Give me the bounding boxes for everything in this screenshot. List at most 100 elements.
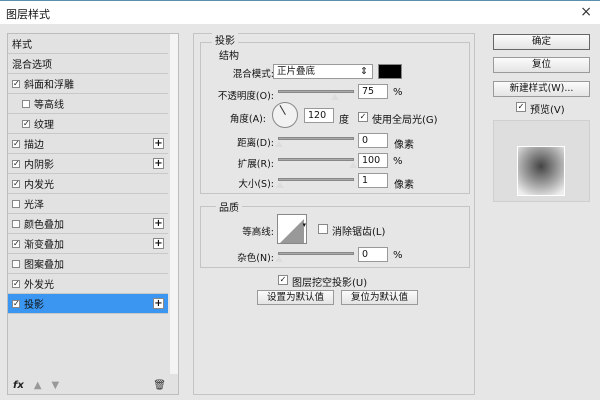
antialias-checkbox[interactable] <box>318 224 328 234</box>
sidebar-item[interactable]: 光泽 <box>8 194 168 214</box>
sidebar-item[interactable]: 图案叠加 <box>8 254 168 274</box>
sidebar-item[interactable]: 等高线 <box>8 94 168 114</box>
spread-label: 扩展(R): <box>237 159 274 170</box>
noise-input[interactable]: 0 <box>358 247 388 262</box>
drop-shadow-panel: 投影 结构 混合模式: 正片叠底 ⇕ 不透明度(O): 75 % 角度(A): 1… <box>193 32 475 395</box>
spread-unit: % <box>393 156 403 167</box>
sidebar-item[interactable]: 样式 <box>8 34 168 54</box>
set-default-button[interactable]: 设置为默认值 <box>257 290 334 305</box>
contour-curve-icon <box>280 219 304 243</box>
sidebar-item-label: 描边 <box>24 140 44 151</box>
opacity-unit: % <box>393 87 403 98</box>
sidebar-item-label: 颜色叠加 <box>24 220 64 231</box>
fx-icon[interactable]: fx <box>13 380 24 391</box>
checkbox[interactable]: ✓ <box>12 239 20 248</box>
size-thumb[interactable] <box>275 182 284 188</box>
reset-default-button[interactable]: 复位为默认值 <box>341 290 418 305</box>
sidebar-item-label: 光泽 <box>24 200 44 211</box>
distance-input[interactable]: 0 <box>358 133 388 148</box>
noise-thumb[interactable] <box>275 256 283 262</box>
sidebar-item[interactable]: 颜色叠加 + <box>8 214 168 234</box>
size-slider[interactable] <box>275 178 354 188</box>
noise-unit: % <box>393 250 403 261</box>
checkbox[interactable] <box>12 199 20 208</box>
sidebar-item[interactable]: 混合选项 <box>8 54 168 74</box>
dropdown-arrow-icon: ▾ <box>302 221 306 229</box>
contour-label: 等高线: <box>242 227 274 238</box>
shadow-color-swatch[interactable] <box>378 64 402 79</box>
distance-label: 距离(D): <box>237 138 274 149</box>
antialias-label: 消除锯齿(L) <box>332 227 386 238</box>
list-toolbar: fx ▲ ▼ 🗑 <box>8 376 178 394</box>
blend-mode-label: 混合模式: <box>232 69 274 80</box>
sidebar-item-label: 图案叠加 <box>24 260 64 271</box>
sidebar-item[interactable]: ✓ 内阴影 + <box>8 154 168 174</box>
checkbox[interactable]: ✓ <box>12 139 20 148</box>
sidebar-item-label: 渐变叠加 <box>24 240 64 251</box>
distance-thumb[interactable] <box>275 141 283 147</box>
plus-icon[interactable]: + <box>153 158 164 169</box>
blend-mode-value: 正片叠底 <box>277 66 316 77</box>
sidebar-item[interactable]: ✓ 纹理 <box>8 114 168 134</box>
checkbox[interactable] <box>12 259 20 268</box>
structure-title: 结构 <box>216 47 242 62</box>
global-light-checkbox[interactable]: ✓ <box>358 112 368 122</box>
move-down-icon[interactable]: ▼ <box>52 380 60 391</box>
sidebar-item-label: 斜面和浮雕 <box>24 80 74 91</box>
sidebar-item[interactable]: ✓ 描边 + <box>8 134 168 154</box>
plus-icon[interactable]: + <box>153 138 164 149</box>
checkbox[interactable]: ✓ <box>12 159 20 168</box>
noise-slider[interactable] <box>275 252 354 262</box>
plus-icon[interactable]: + <box>153 238 164 249</box>
sidebar-item[interactable]: ✓ 渐变叠加 + <box>8 234 168 254</box>
close-icon[interactable]: × <box>580 4 592 20</box>
blend-mode-select[interactable]: 正片叠底 ⇕ <box>273 64 373 79</box>
checkbox[interactable] <box>12 219 20 228</box>
contour-picker[interactable]: ▾ <box>277 214 307 244</box>
plus-icon[interactable]: + <box>153 218 164 229</box>
ok-button[interactable]: 确定 <box>493 34 590 50</box>
global-light-label: 使用全局光(G) <box>372 115 438 126</box>
opacity-slider[interactable] <box>278 90 354 100</box>
angle-dial[interactable] <box>272 102 298 128</box>
quality-title: 品质 <box>216 199 242 214</box>
knockout-checkbox[interactable]: ✓ <box>278 275 288 285</box>
window-title: 图层样式 <box>6 8 50 21</box>
new-style-button[interactable]: 新建样式(W)... <box>493 81 590 97</box>
scrollbar[interactable] <box>170 34 178 374</box>
size-unit: 像素 <box>394 180 414 191</box>
trash-icon[interactable]: 🗑 <box>153 380 166 391</box>
sidebar-item[interactable]: ✓ 内发光 <box>8 174 168 194</box>
angle-input[interactable]: 120 <box>304 108 334 123</box>
sidebar-item[interactable]: ✓ 投影 + <box>8 294 168 314</box>
opacity-input[interactable]: 75 <box>358 84 388 99</box>
preview-checkbox[interactable]: ✓ <box>516 102 526 112</box>
sidebar-item-label: 等高线 <box>34 100 64 111</box>
plus-icon[interactable]: + <box>153 298 164 309</box>
chevron-updown-icon: ⇕ <box>360 66 368 77</box>
noise-label: 杂色(N): <box>237 253 274 264</box>
preview-thumbnail <box>517 146 565 196</box>
checkbox[interactable]: ✓ <box>22 119 30 128</box>
checkbox[interactable]: ✓ <box>12 79 20 88</box>
reset-button[interactable]: 复位 <box>493 57 590 73</box>
distance-unit: 像素 <box>394 140 414 151</box>
spread-slider[interactable] <box>278 158 357 168</box>
checkbox[interactable] <box>22 99 30 108</box>
sidebar-item-label: 内发光 <box>24 180 54 191</box>
preview-label: 预览(V) <box>530 105 565 116</box>
sidebar-item[interactable]: ✓ 斜面和浮雕 <box>8 74 168 94</box>
size-input[interactable]: 1 <box>358 173 388 188</box>
spread-input[interactable]: 100 <box>358 153 388 168</box>
sidebar-item-label: 投影 <box>24 300 44 311</box>
distance-slider[interactable] <box>275 137 354 147</box>
checkbox[interactable]: ✓ <box>12 279 20 288</box>
opacity-thumb[interactable] <box>330 94 339 100</box>
spread-thumb[interactable] <box>349 162 357 168</box>
sidebar-item[interactable]: ✓ 外发光 <box>8 274 168 294</box>
knockout-label: 图层挖空投影(U) <box>292 278 368 289</box>
checkbox[interactable]: ✓ <box>12 179 20 188</box>
sidebar-item-label: 纹理 <box>34 120 54 131</box>
checkbox[interactable]: ✓ <box>12 299 20 308</box>
move-up-icon[interactable]: ▲ <box>34 380 42 391</box>
